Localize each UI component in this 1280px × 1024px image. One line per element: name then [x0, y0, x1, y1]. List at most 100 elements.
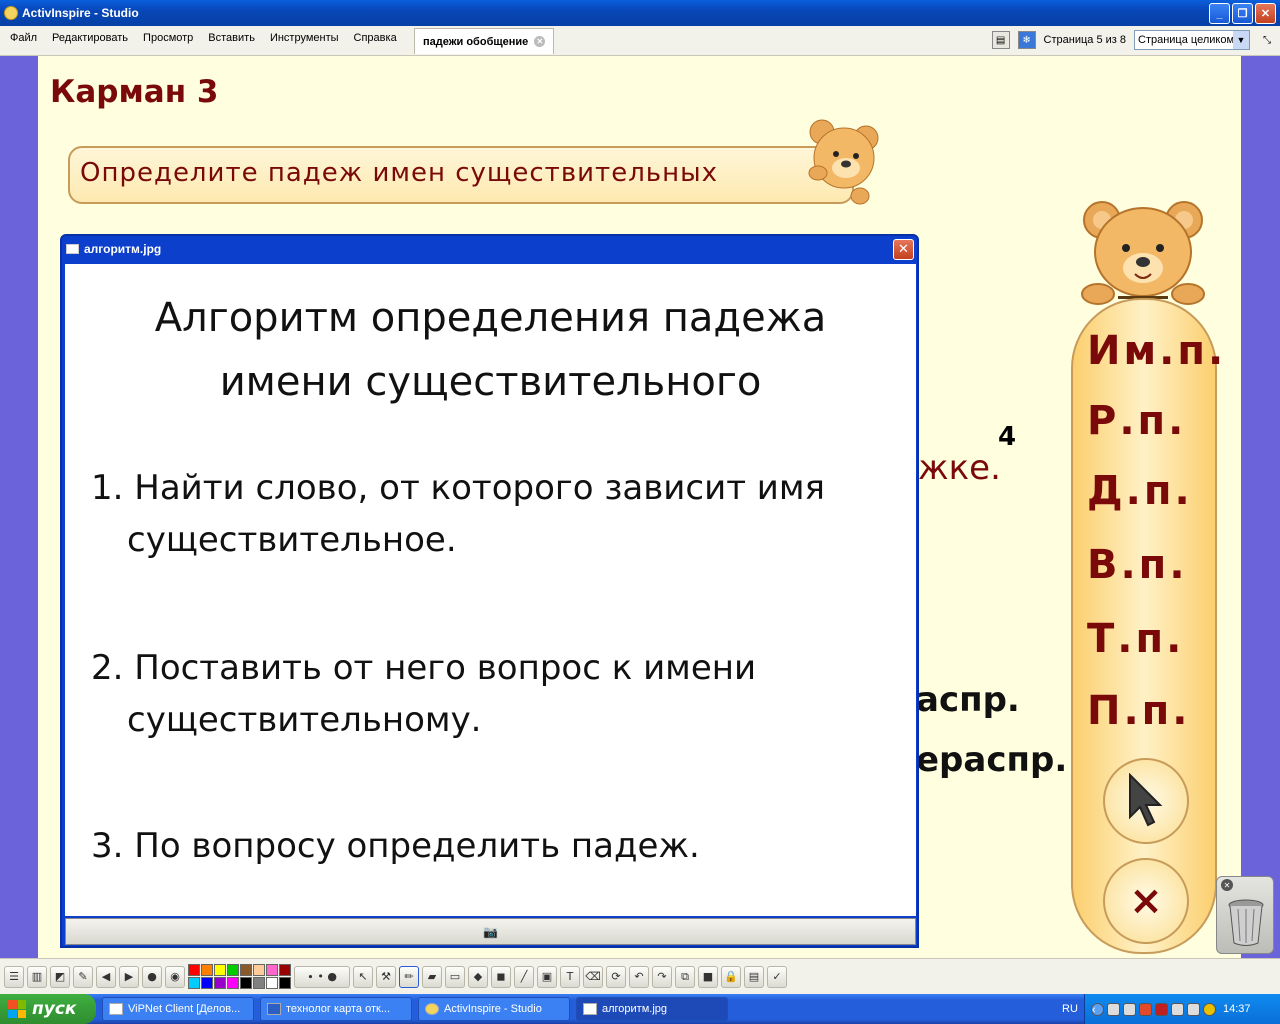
- close-tab-icon[interactable]: ✕: [534, 36, 546, 47]
- color-swatch[interactable]: [240, 977, 252, 989]
- fullscreen-icon[interactable]: ⤡: [1258, 31, 1276, 49]
- select-tool-icon[interactable]: ↖: [353, 965, 373, 988]
- window-titlebar[interactable]: ActivInspire - Studio _ ❐ ✕: [0, 0, 1280, 26]
- image-viewer-titlebar[interactable]: алгоритм.jpg: [62, 236, 917, 262]
- case-dative[interactable]: Д.п.: [1087, 468, 1193, 514]
- next-page-icon[interactable]: ▶: [119, 965, 139, 988]
- previous-page-icon[interactable]: ◀: [96, 965, 116, 988]
- main-menu-icon[interactable]: ☰: [4, 965, 24, 988]
- close-icon: ×: [1129, 878, 1163, 924]
- word-icon: [267, 1003, 281, 1015]
- clear-icon[interactable]: ⌫: [583, 965, 603, 988]
- menu-file[interactable]: Файл: [10, 32, 37, 44]
- pin-toolbox-icon[interactable]: ✓: [767, 965, 787, 988]
- windows-logo-icon: [8, 1000, 26, 1018]
- cursor-arrow-icon: [1129, 773, 1163, 827]
- color-swatch[interactable]: [214, 964, 226, 976]
- play-icon[interactable]: ●: [142, 965, 162, 988]
- tray-app-icon[interactable]: [1139, 1002, 1152, 1016]
- search-icon[interactable]: [1123, 1002, 1136, 1016]
- dashboard-icon[interactable]: ◩: [50, 965, 70, 988]
- case-panel: Им.п. Р.п. Д.п. В.п. Т.п. П.п. ×: [1071, 298, 1223, 954]
- case-accusative[interactable]: В.п.: [1087, 542, 1188, 588]
- eraser-icon[interactable]: ▭: [445, 965, 465, 988]
- update-icon[interactable]: [1203, 1002, 1216, 1016]
- close-window-button[interactable]: ✕: [1255, 3, 1276, 24]
- snowflake-icon[interactable]: ❄: [1017, 31, 1036, 49]
- image-viewer-statusbar: 📷: [65, 918, 916, 945]
- close-image-viewer-button[interactable]: ✕: [893, 239, 914, 260]
- image-viewer-window[interactable]: алгоритм.jpg ✕ Алгоритм определения паде…: [60, 234, 919, 948]
- trash-icon: [1228, 899, 1264, 946]
- color-swatch[interactable]: [214, 977, 226, 989]
- start-button[interactable]: пуск: [0, 994, 96, 1024]
- color-swatch[interactable]: [188, 964, 200, 976]
- color-swatch[interactable]: [201, 977, 213, 989]
- color-swatch[interactable]: [253, 977, 265, 989]
- text-tool-icon[interactable]: T: [560, 965, 580, 988]
- tools-icon[interactable]: ⚒: [376, 965, 396, 988]
- footnote-number: 4: [998, 422, 1017, 452]
- trash-can[interactable]: ✕: [1216, 876, 1274, 954]
- case-instrumental[interactable]: Т.п.: [1087, 616, 1184, 662]
- pointer-button[interactable]: [1103, 758, 1189, 844]
- security-icon[interactable]: [1155, 1002, 1168, 1016]
- page-icon[interactable]: ▤: [744, 965, 764, 988]
- reset-icon[interactable]: ⟳: [606, 965, 626, 988]
- duplicate-icon[interactable]: ⧉: [675, 965, 695, 988]
- redo-icon[interactable]: ↷: [652, 965, 672, 988]
- case-prepositional[interactable]: П.п.: [1087, 688, 1191, 734]
- camera-icon[interactable]: 📷: [483, 925, 498, 939]
- network-icon[interactable]: [1107, 1002, 1120, 1016]
- color-swatch[interactable]: [253, 964, 265, 976]
- color-palette[interactable]: [188, 964, 291, 989]
- pen-width-icon[interactable]: ∙ • ●: [294, 965, 350, 988]
- screen-shade-icon[interactable]: ■: [698, 965, 718, 988]
- activinspire-icon: [425, 1003, 439, 1015]
- minimize-button[interactable]: _: [1209, 3, 1230, 24]
- highlighter-icon[interactable]: ▰: [422, 965, 442, 988]
- color-swatch[interactable]: [188, 977, 200, 989]
- undo-icon[interactable]: ↶: [629, 965, 649, 988]
- color-swatch[interactable]: [227, 964, 239, 976]
- hidden-sentence-fragment-2: аспр.: [916, 680, 1020, 720]
- hidden-sentence-fragment-1: жке.: [918, 448, 1001, 488]
- menu-view[interactable]: Просмотр: [143, 32, 193, 44]
- page-browser-icon[interactable]: ▤: [991, 31, 1010, 49]
- color-swatch[interactable]: [279, 977, 291, 989]
- tray-app-2-icon[interactable]: [1171, 1002, 1184, 1016]
- customize-icon[interactable]: ✎: [73, 965, 93, 988]
- taskbar-item-word[interactable]: технолог карта отк...: [260, 997, 412, 1021]
- pen-tool-icon[interactable]: ✏: [399, 965, 419, 988]
- tray-arrow-icon[interactable]: ‹: [1091, 1002, 1104, 1016]
- taskbar-item-activinspire[interactable]: ActivInspire - Studio: [418, 997, 570, 1021]
- camera-tool-icon[interactable]: ▣: [537, 965, 557, 988]
- fill-icon[interactable]: ◆: [468, 965, 488, 988]
- color-swatch[interactable]: [266, 964, 278, 976]
- volume-icon[interactable]: [1187, 1002, 1200, 1016]
- taskbar-item-vipnet[interactable]: ViPNet Client [Делов...: [102, 997, 254, 1021]
- menu-insert[interactable]: Вставить: [208, 32, 255, 44]
- case-nominative[interactable]: Им.п.: [1087, 328, 1226, 374]
- shape-icon[interactable]: ◼: [491, 965, 511, 988]
- case-genitive[interactable]: Р.п.: [1087, 398, 1186, 444]
- zoom-select[interactable]: Страница целиком ▼: [1134, 30, 1250, 50]
- menu-edit[interactable]: Редактировать: [52, 32, 128, 44]
- color-swatch[interactable]: [240, 964, 252, 976]
- color-swatch[interactable]: [201, 964, 213, 976]
- document-tab[interactable]: падежи обобщение ✕: [414, 28, 555, 54]
- menu-help[interactable]: Справка: [354, 32, 397, 44]
- color-swatch[interactable]: [227, 977, 239, 989]
- taskbar-item-image[interactable]: алгоритм.jpg: [576, 997, 728, 1021]
- connector-icon[interactable]: ╱: [514, 965, 534, 988]
- menu-tools[interactable]: Инструменты: [270, 32, 339, 44]
- globe-icon[interactable]: ◉: [165, 965, 185, 988]
- language-indicator[interactable]: RU: [1062, 1003, 1078, 1015]
- color-swatch[interactable]: [279, 964, 291, 976]
- lock-icon[interactable]: 🔒: [721, 965, 741, 988]
- maximize-button[interactable]: ❐: [1232, 3, 1253, 24]
- browsers-icon[interactable]: ▥: [27, 965, 47, 988]
- close-panel-button[interactable]: ×: [1103, 858, 1189, 944]
- close-icon[interactable]: ✕: [1221, 879, 1233, 891]
- color-swatch[interactable]: [266, 977, 278, 989]
